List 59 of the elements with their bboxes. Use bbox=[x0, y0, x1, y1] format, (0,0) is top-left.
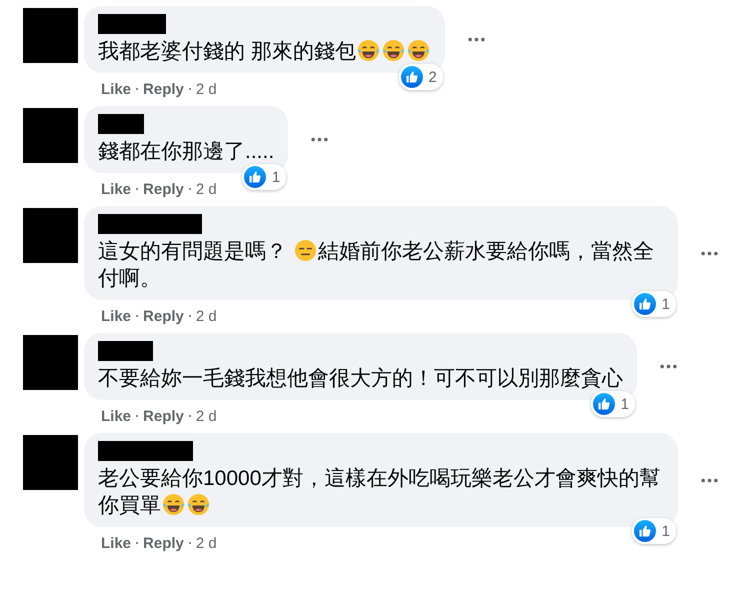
thumbs-up-icon bbox=[400, 66, 422, 88]
like-link[interactable]: Like bbox=[101, 534, 132, 552]
separator-dot bbox=[188, 188, 191, 190]
redacted-avatar bbox=[23, 335, 78, 390]
separator-dot bbox=[136, 315, 138, 317]
redacted-avatar bbox=[23, 435, 78, 490]
redaction-bar bbox=[98, 114, 144, 134]
timestamp[interactable]: 2 d bbox=[196, 534, 217, 552]
like-link[interactable]: Like bbox=[101, 308, 132, 324]
reply-link[interactable]: Reply bbox=[143, 408, 184, 424]
separator-dot bbox=[188, 315, 191, 317]
thumbs-up-icon bbox=[592, 393, 615, 415]
redaction-bar bbox=[98, 341, 153, 361]
redaction-bar bbox=[98, 14, 166, 34]
reply-link[interactable]: Reply bbox=[143, 534, 184, 552]
redacted-avatar bbox=[23, 208, 78, 263]
like-link[interactable]: Like bbox=[101, 180, 132, 198]
laughing-emoji-icon bbox=[356, 39, 380, 62]
timestamp[interactable]: 2 d bbox=[196, 180, 217, 198]
laughing-emoji-icon bbox=[187, 493, 210, 516]
separator-dot bbox=[188, 88, 191, 90]
reaction-badge[interactable]: 1 bbox=[242, 164, 286, 190]
comment-text: 我都老婆付錢的 那來的錢包 bbox=[98, 38, 431, 65]
laughing-emoji-icon bbox=[382, 39, 405, 62]
expressionless-emoji-icon bbox=[294, 239, 317, 262]
laughing-emoji-icon bbox=[162, 493, 185, 516]
comment-text: 錢都在你那邊了..... bbox=[98, 139, 274, 165]
more-options-icon[interactable] bbox=[701, 478, 718, 482]
separator-dot bbox=[136, 542, 138, 544]
reaction-badge[interactable]: 1 bbox=[590, 391, 635, 417]
separator-dot bbox=[188, 542, 191, 544]
reaction-badge[interactable]: 1 bbox=[632, 291, 676, 317]
separator-dot bbox=[136, 188, 138, 190]
thumbs-up-icon bbox=[634, 520, 656, 542]
timestamp[interactable]: 2 d bbox=[196, 80, 217, 98]
timestamp[interactable]: 2 d bbox=[196, 308, 217, 324]
redacted-avatar bbox=[23, 8, 78, 63]
more-options-icon[interactable] bbox=[660, 364, 677, 369]
reply-link[interactable]: Reply bbox=[143, 308, 184, 324]
thumbs-up-icon bbox=[244, 166, 266, 188]
thumbs-up-icon bbox=[634, 293, 656, 315]
laughing-emoji-icon bbox=[406, 39, 430, 62]
comment-text: 這女的有問題是嗎？ 結婚前你老公薪水要給你嗎，當然全付啊。 bbox=[98, 238, 655, 292]
reply-link[interactable]: Reply bbox=[143, 180, 184, 198]
more-options-icon[interactable] bbox=[468, 37, 485, 42]
reply-link[interactable]: Reply bbox=[143, 80, 184, 98]
separator-dot bbox=[188, 415, 191, 417]
separator-dot bbox=[136, 415, 138, 417]
reaction-badge[interactable]: 1 bbox=[632, 518, 676, 544]
like-link[interactable]: Like bbox=[101, 80, 132, 98]
reaction-badge[interactable]: 2 bbox=[398, 64, 443, 90]
comment-text: 老公要給你10000才對，這樣在外吃喝玩樂老公才會爽快的幫你買單 bbox=[98, 466, 662, 519]
timestamp[interactable]: 2 d bbox=[196, 408, 217, 424]
separator-dot bbox=[136, 88, 138, 90]
redacted-avatar bbox=[23, 108, 78, 163]
more-options-icon[interactable] bbox=[701, 250, 718, 256]
comment-text: 不要給妳一毛錢我想他會很大方的！可不可以別那麼貪心 bbox=[98, 366, 623, 392]
like-link[interactable]: Like bbox=[101, 408, 132, 424]
more-options-icon[interactable] bbox=[311, 137, 328, 142]
